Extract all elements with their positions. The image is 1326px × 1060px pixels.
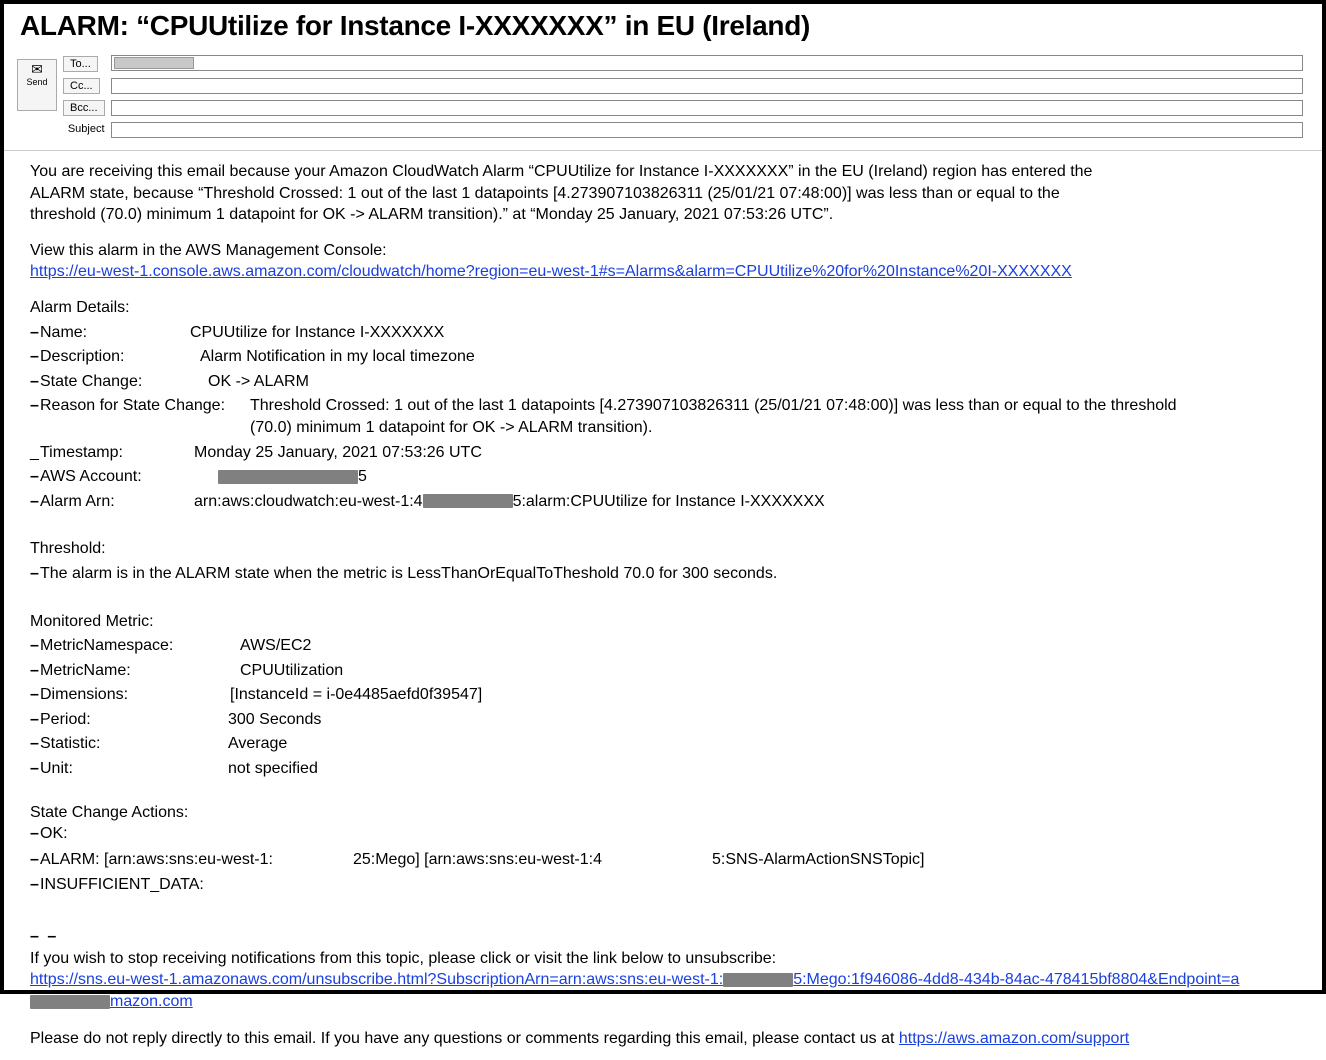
ts-val: Monday 25 January, 2021 07:53:26 UTC <box>194 442 482 464</box>
redacted-arn <box>423 494 513 508</box>
support-link[interactable]: https://aws.amazon.com/support <box>899 1030 1129 1047</box>
cc-button[interactable]: Cc... <box>63 78 100 94</box>
threshold-text: The alarm is in the ALARM state when the… <box>40 563 777 585</box>
to-button[interactable]: To... <box>63 56 98 72</box>
envelope-icon: ✉ <box>18 62 56 76</box>
ts-key: Timestamp: <box>40 442 178 464</box>
redacted-unsub-2 <box>30 995 110 1009</box>
unsub-intro: If you wish to stop receiving notificati… <box>30 948 1304 970</box>
cc-input[interactable] <box>111 78 1303 94</box>
ns-val: AWS/EC2 <box>240 635 311 657</box>
page-title: ALARM: “CPUUtilize for Instance I-XXXXXX… <box>20 10 1306 42</box>
compose-header: ✉ Send To... Cc... Bcc... Subject <box>14 52 1306 140</box>
ns-key: MetricNamespace: <box>40 635 240 657</box>
stat-key: Statistic: <box>40 733 228 755</box>
reason-val: Threshold Crossed: 1 out of the last 1 d… <box>250 395 1200 438</box>
intro-text: You are receiving this email because you… <box>30 161 1110 226</box>
redacted-unsub-1 <box>723 973 793 987</box>
state-key: State Change: <box>40 371 190 393</box>
noreply-text: Please do not reply directly to this ema… <box>30 1028 1304 1050</box>
period-val: 300 Seconds <box>228 709 321 731</box>
ok-key: OK: <box>40 823 68 845</box>
state-val: OK -> ALARM <box>208 371 309 393</box>
actions-heading: State Change Actions: <box>30 802 1304 824</box>
subject-label: Subject <box>68 123 105 135</box>
unsubscribe-link-mid[interactable]: 5:Mego:1f946086-4dd8-434b-84ac-478415bf8… <box>793 971 1239 988</box>
view-label: View this alarm in the AWS Management Co… <box>30 240 1304 262</box>
redacted-account <box>218 470 358 484</box>
period-key: Period: <box>40 709 228 731</box>
console-link[interactable]: https://eu-west-1.console.aws.amazon.com… <box>30 263 1072 280</box>
desc-key: Description: <box>40 346 190 368</box>
to-input[interactable] <box>111 55 1303 71</box>
metric-heading: Monitored Metric: <box>30 611 1304 633</box>
email-body: You are receiving this email because you… <box>4 151 1322 1060</box>
unsubscribe-link-end[interactable]: mazon.com <box>110 993 193 1010</box>
mname-key: MetricName: <box>40 660 240 682</box>
mname-val: CPUUtilization <box>240 660 343 682</box>
acct-val: 5 <box>218 466 367 488</box>
arn-val: arn:aws:cloudwatch:eu-west-1:45:alarm:CP… <box>194 491 825 513</box>
arn-key: Alarm Arn: <box>40 491 178 513</box>
unit-val: not specified <box>228 758 318 780</box>
dim-val: [InstanceId = i-0e4485aefd0f39547] <box>230 684 482 706</box>
stat-val: Average <box>228 733 287 755</box>
send-button-label: Send <box>26 77 47 87</box>
recipient-chip[interactable] <box>114 57 194 69</box>
subject-input[interactable] <box>111 122 1303 138</box>
threshold-heading: Threshold: <box>30 538 1304 560</box>
reason-key: Reason for State Change: <box>40 395 250 417</box>
alarm-action-val: ALARM: [arn:aws:sns:eu-west-1:25:Mego] [… <box>40 849 925 871</box>
desc-val: Alarm Notification in my local timezone <box>200 346 475 368</box>
footer-dashes: – – <box>30 926 1304 948</box>
name-key: Name: <box>40 322 190 344</box>
name-val: CPUUtilize for Instance I-XXXXXXX <box>190 322 444 344</box>
insuf-key: INSUFFICIENT_DATA: <box>40 874 204 896</box>
send-button[interactable]: ✉ Send <box>17 59 57 111</box>
bcc-input[interactable] <box>111 100 1303 116</box>
dim-key: Dimensions: <box>40 684 230 706</box>
alarm-details-heading: Alarm Details: <box>30 297 1304 319</box>
bcc-button[interactable]: Bcc... <box>63 100 105 116</box>
unit-key: Unit: <box>40 758 228 780</box>
unsubscribe-link[interactable]: https://sns.eu-west-1.amazonaws.com/unsu… <box>30 971 723 988</box>
acct-key: AWS Account: <box>40 466 178 488</box>
